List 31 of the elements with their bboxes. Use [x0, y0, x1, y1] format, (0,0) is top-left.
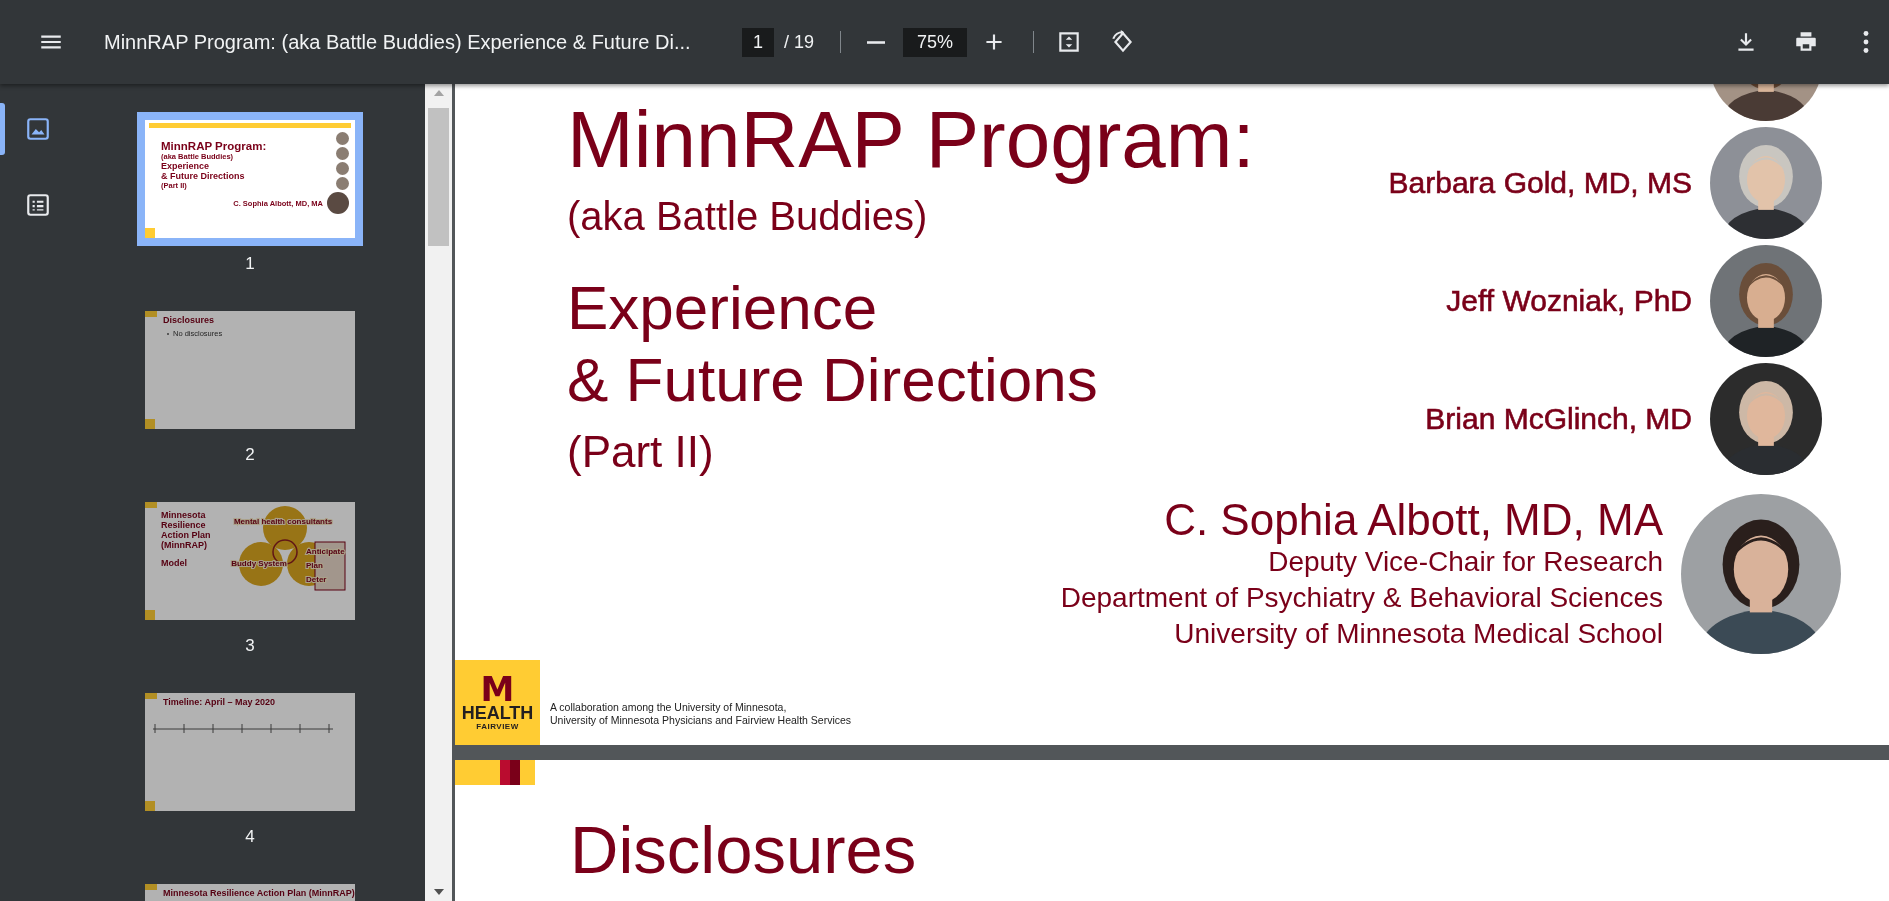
slide-heading: & Future Directions [567, 344, 1098, 416]
speaker-name: Jeff Wozniak, PhD [1446, 284, 1692, 318]
presenter-role: Department of Psychiatry & Behavioral Sciences [1060, 581, 1663, 615]
footer-text: A collaboration among the University of Minnesota, University of Minnesota Physicians and Fairview Health Services [550, 701, 852, 727]
page-count: / 19 [784, 31, 815, 53]
zoom-field[interactable]: 75% [903, 27, 968, 57]
logo: M HEALTH FAIRVIEW [455, 660, 540, 745]
thumbnail-text: & Future Directions [161, 171, 245, 181]
slide-title: MinnRAP Program: [567, 96, 1255, 184]
speaker-name: Brian McGlinch, MD [1425, 402, 1692, 436]
thumbnail-text: Model [161, 558, 188, 568]
thumbnail-text: Minnesota Resilience Action Plan (MinnRAP) [161, 510, 212, 550]
presenter-name: C. Sophia Albott, MD, MA [1164, 496, 1663, 544]
page-label: 4 [245, 826, 255, 848]
page-number-field[interactable]: 1 [742, 27, 774, 57]
slide-heading: Experience [567, 272, 878, 344]
slide-subtitle: (aka Battle Buddies) [567, 193, 928, 240]
page-label: 2 [245, 444, 255, 466]
thumbnail-text: Experience [161, 161, 210, 171]
document-title: MinnRAP Program: (aka Battle Buddies) Experience & Future Di... [104, 30, 692, 54]
page-label: 3 [245, 635, 255, 657]
page-label: 1 [245, 253, 255, 275]
speaker-name: Barbara Gold, MD, MS [1388, 166, 1692, 200]
presenter-role: Deputy Vice-Chair for Research [1268, 545, 1663, 579]
thumbnail-text: MinnRAP Program: [161, 140, 267, 152]
slide-subtitle: (Part II) [567, 426, 714, 478]
thumbnail-text: Minnesota Resilience Action Plan (MinnRAP) [163, 888, 355, 898]
thumbnail-text: Disclosures [163, 315, 215, 325]
slide-title: Disclosures [570, 813, 918, 887]
thumbnail-text: Timeline: April – May 2020 [163, 697, 276, 707]
presenter-role: University of Minnesota Medical School [1174, 617, 1663, 651]
